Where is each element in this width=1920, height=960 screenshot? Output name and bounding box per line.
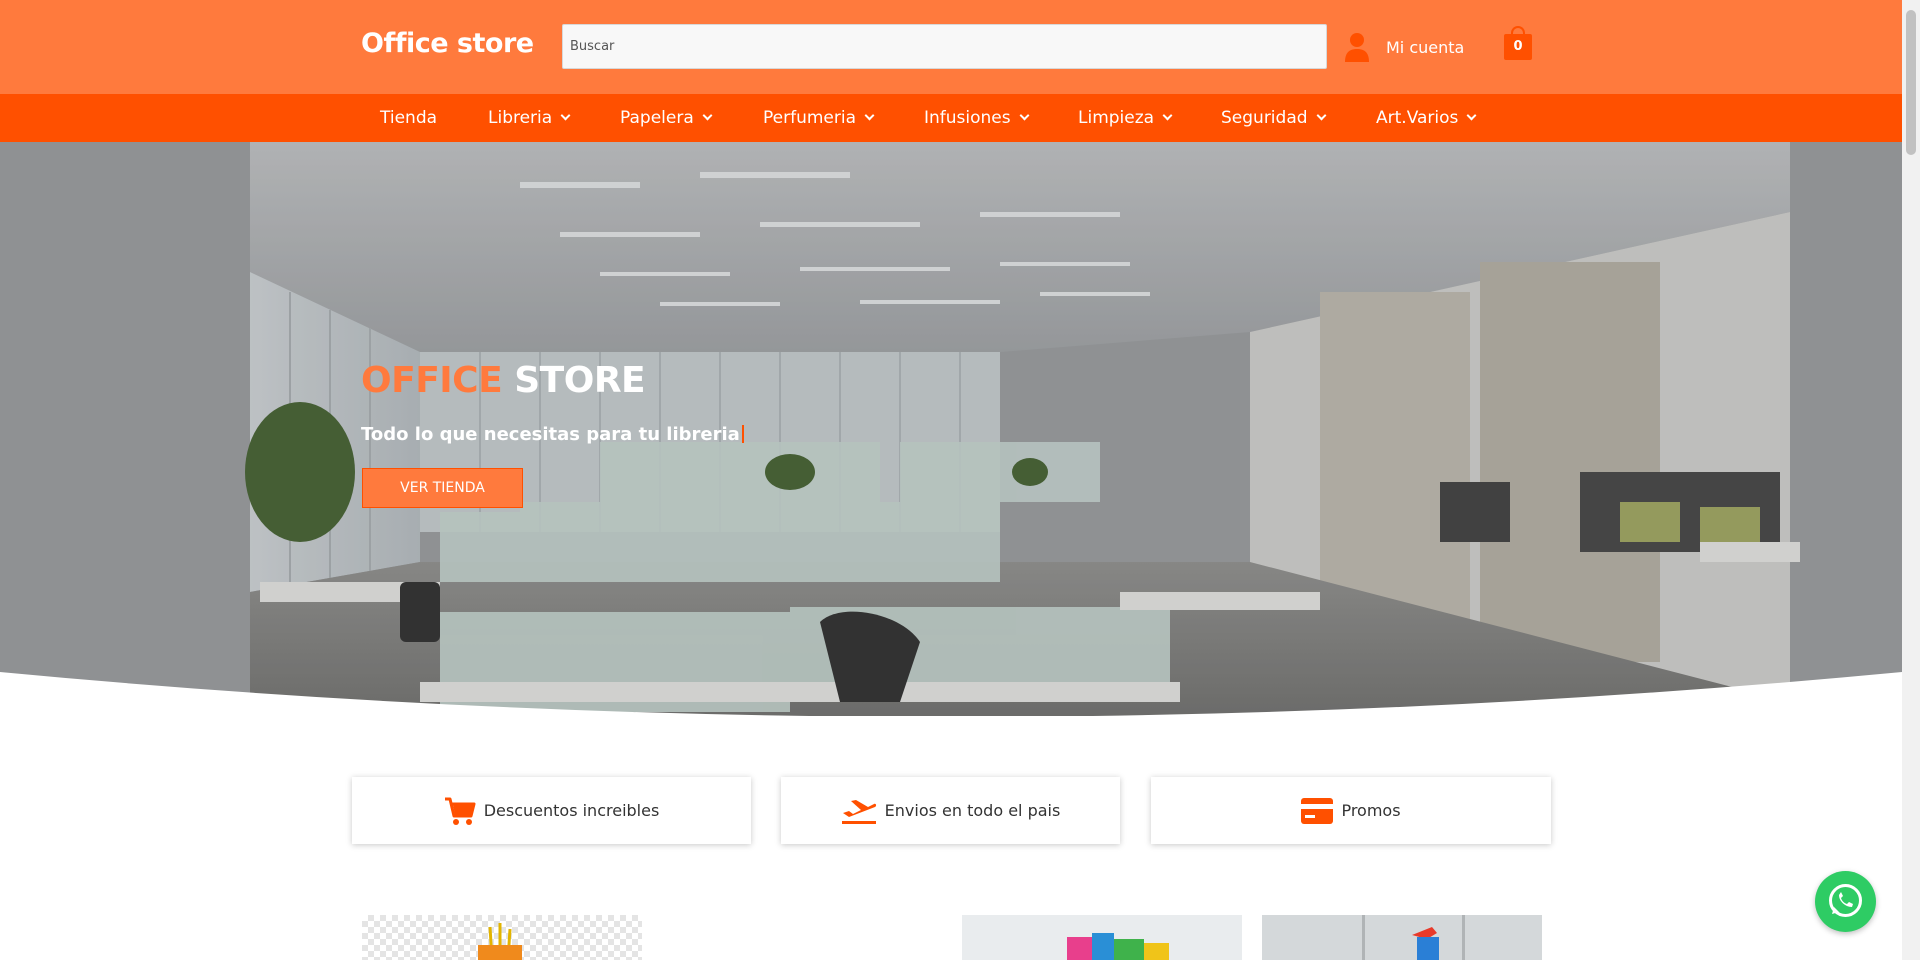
product-image-limpieza[interactable] (1262, 915, 1542, 960)
nav-item-limpieza[interactable]: Limpieza (1078, 94, 1173, 142)
product-image-libreria[interactable] (362, 915, 642, 960)
hero-office-image (0, 142, 1902, 716)
top-header: Office store Mi cuenta 0 (0, 0, 1902, 94)
cart-button[interactable]: 0 (1504, 26, 1532, 60)
nav-item-infusiones[interactable]: Infusiones (924, 94, 1030, 142)
nav-item-papelera[interactable]: Papelera (620, 94, 713, 142)
chevron-down-icon (1162, 110, 1173, 121)
chevron-down-icon (560, 110, 571, 121)
nav-item-libreria[interactable]: Libreria (488, 94, 571, 142)
cart-count: 0 (1513, 39, 1523, 54)
nav-item-art-varios[interactable]: Art.Varios (1376, 94, 1477, 142)
hero-title: OFFICE STORE (361, 360, 646, 401)
ver-tienda-button[interactable]: VER TIENDA (362, 468, 523, 508)
nav-item-tienda[interactable]: Tienda (380, 94, 437, 142)
cart-icon (444, 797, 476, 825)
site-logo[interactable]: Office store (361, 28, 534, 59)
credit-card-icon (1301, 797, 1334, 824)
account-label: Mi cuenta (1386, 37, 1465, 57)
text-caret (741, 425, 744, 443)
page-scrollbar[interactable] (1902, 0, 1920, 960)
user-icon (1345, 33, 1369, 62)
hero-banner (0, 142, 1902, 716)
feature-descuentos[interactable]: Descuentos increibles (352, 777, 751, 844)
product-image-papelera[interactable] (962, 915, 1242, 960)
scrollbar-thumb[interactable] (1906, 10, 1916, 155)
airplane-icon (841, 799, 876, 824)
search-box[interactable] (562, 24, 1327, 69)
chevron-down-icon (1019, 110, 1030, 121)
feature-envios[interactable]: Envios en todo el pais (781, 777, 1120, 844)
search-input[interactable] (563, 25, 1326, 68)
chevron-down-icon (1466, 110, 1477, 121)
account-link[interactable]: Mi cuenta (1344, 31, 1464, 63)
whatsapp-button[interactable] (1815, 871, 1876, 932)
chevron-down-icon (1316, 110, 1326, 121)
main-nav: Tienda Libreria Papelera Perfumeria Infu… (0, 94, 1902, 142)
feature-promos[interactable]: Promos (1151, 777, 1551, 844)
nav-item-seguridad[interactable]: Seguridad (1221, 94, 1326, 142)
nav-item-perfumeria[interactable]: Perfumeria (763, 94, 875, 142)
chevron-down-icon (702, 110, 713, 121)
chevron-down-icon (864, 110, 875, 121)
whatsapp-icon (1829, 884, 1862, 917)
hero-subtitle: Todo lo que necesitas para tu libreria (361, 424, 744, 445)
